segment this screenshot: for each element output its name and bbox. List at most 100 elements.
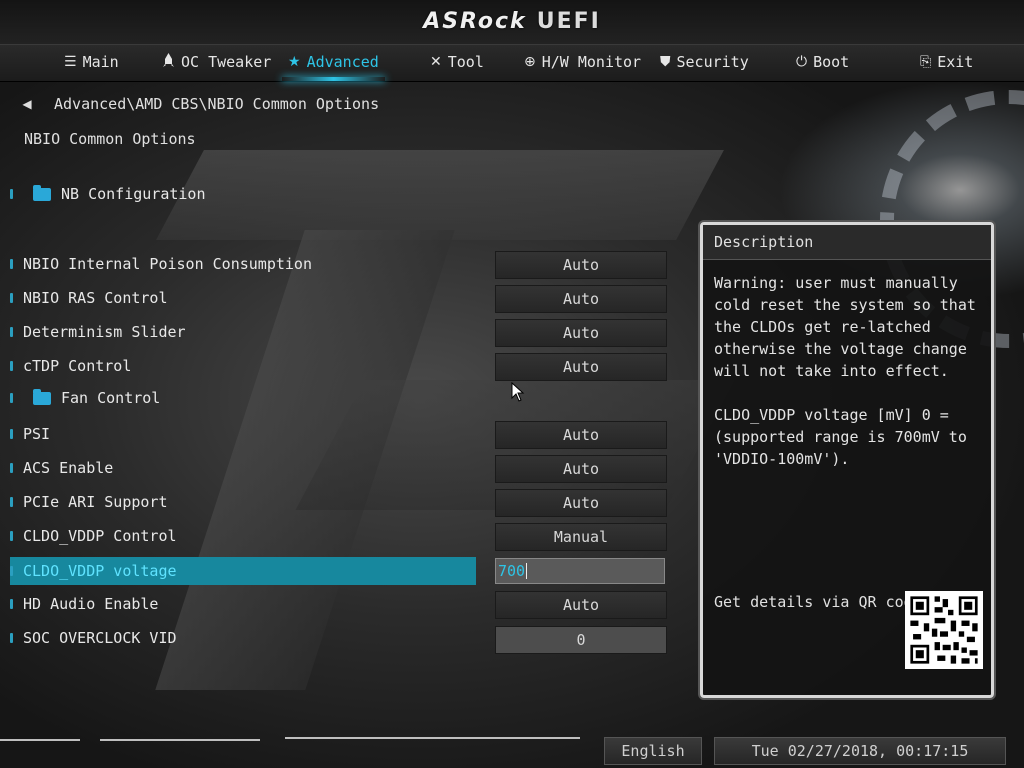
pcie-ari-support-value[interactable]: Auto	[495, 489, 667, 517]
setting-label: Determinism Slider	[23, 323, 186, 341]
ctdp-control-value[interactable]: Auto	[495, 353, 667, 381]
exit-icon: ⎘	[920, 54, 932, 70]
setting-label: NBIO Internal Poison Consumption	[23, 255, 312, 273]
row-marker	[10, 633, 13, 643]
power-icon: ⏻	[796, 54, 808, 70]
tab-label: H/W Monitor	[541, 53, 642, 71]
text-caret	[526, 563, 528, 579]
psi-value[interactable]: Auto	[495, 421, 667, 449]
folder-label: NB Configuration	[61, 185, 206, 203]
brand-name: ASRock	[423, 9, 527, 34]
cldo-vddp-voltage-input[interactable]: 700	[495, 558, 665, 584]
folder-icon	[33, 388, 51, 405]
row-marker	[10, 531, 13, 541]
background-slab	[155, 230, 455, 690]
row-marker	[10, 463, 13, 473]
folder-label: Fan Control	[61, 389, 161, 407]
nbio-internal-poison-consumption-value[interactable]: Auto	[495, 251, 667, 279]
setting-label: NBIO RAS Control	[23, 289, 168, 307]
back-arrow-icon[interactable]: ◀	[18, 94, 36, 114]
setting-label: CLDO_VDDP Control	[23, 527, 177, 545]
rocket-icon	[162, 52, 175, 72]
setting-pcie-ari-support[interactable]: PCIe ARI Support	[10, 488, 168, 516]
folder-fan-control[interactable]: Fan Control	[10, 384, 160, 412]
setting-nbio-internal-poison-consumption[interactable]: NBIO Internal Poison Consumption	[10, 250, 312, 278]
shield-icon: ⛊	[660, 54, 671, 70]
setting-label: PSI	[23, 425, 51, 443]
setting-psi[interactable]: PSI	[10, 420, 50, 448]
tab-tool[interactable]: ✕ Tool	[430, 45, 484, 79]
setting-label: CLDO_VDDP voltage	[23, 562, 177, 580]
setting-label: cTDP Control	[23, 357, 132, 375]
qr-label: Get details via QR code	[714, 593, 922, 611]
setting-nbio-ras-control[interactable]: NBIO RAS Control	[10, 284, 168, 312]
system-datetime: Tue 02/27/2018, 00:17:15	[714, 737, 1006, 765]
list-icon: ☰	[64, 54, 77, 70]
language-selector[interactable]: English	[604, 737, 702, 765]
breadcrumb-path: Advanced\AMD CBS\NBIO Common Options	[54, 95, 380, 113]
row-marker	[10, 429, 13, 439]
product-name: UEFI	[536, 9, 601, 34]
tab-security[interactable]: ⛊ Security	[660, 45, 749, 79]
setting-cldo-vddp-control[interactable]: CLDO_VDDP Control	[10, 522, 177, 550]
tab-label: Advanced	[306, 53, 379, 71]
determinism-slider-value[interactable]: Auto	[495, 319, 667, 347]
row-marker	[10, 599, 13, 609]
tab-main[interactable]: ☰ Main	[64, 45, 119, 79]
setting-label: SOC OVERCLOCK VID	[23, 629, 177, 647]
row-marker	[10, 497, 13, 507]
folder-nb-configuration[interactable]: NB Configuration	[10, 180, 206, 208]
setting-cldo-vddp-voltage[interactable]: CLDO_VDDP voltage	[10, 557, 476, 585]
tab-label: Main	[82, 53, 119, 71]
tab-label: Exit	[937, 53, 974, 71]
row-marker	[10, 327, 13, 337]
row-marker	[10, 189, 13, 199]
setting-soc-overclock-vid[interactable]: SOC OVERCLOCK VID	[10, 624, 177, 652]
tools-icon: ✕	[430, 54, 442, 70]
tab-hw-monitor[interactable]: ⊕ H/W Monitor	[524, 45, 641, 79]
asrock-logo: ASRock UEFI	[0, 9, 1024, 34]
tab-exit[interactable]: ⎘ Exit	[920, 45, 973, 79]
setting-hd-audio-enable[interactable]: HD Audio Enable	[10, 590, 158, 618]
tab-label: OC Tweaker	[181, 53, 272, 71]
row-marker	[10, 259, 13, 269]
row-marker	[10, 566, 13, 576]
qr-code-icon[interactable]	[905, 591, 983, 669]
input-value: 700	[498, 562, 526, 580]
soc-overclock-vid-value[interactable]: 0	[495, 626, 667, 654]
tab-boot[interactable]: ⏻ Boot	[796, 45, 849, 79]
background-slab	[156, 150, 724, 240]
row-marker	[10, 393, 13, 403]
star-icon: ★	[288, 54, 301, 70]
mouse-cursor-icon	[511, 382, 525, 402]
nbio-ras-control-value[interactable]: Auto	[495, 285, 667, 313]
header-bar: ASRock UEFI	[0, 0, 1024, 44]
hd-audio-enable-value[interactable]: Auto	[495, 591, 667, 619]
description-panel: Description Warning: user must manually …	[700, 222, 994, 698]
description-detail: CLDO_VDDP voltage [mV] 0 = (supported ra…	[714, 406, 976, 468]
tab-oc-tweaker[interactable]: OC Tweaker	[162, 45, 271, 79]
setting-acs-enable[interactable]: ACS Enable	[10, 454, 113, 482]
row-marker	[10, 361, 13, 371]
uefi-screen: ASRock UEFI ☰ Main OC Tweaker ★ Advanced …	[0, 0, 1024, 768]
description-title: Description	[703, 225, 991, 260]
description-warning: Warning: user must manually cold reset t…	[714, 274, 985, 380]
acs-enable-value[interactable]: Auto	[495, 455, 667, 483]
cldo-vddp-control-value[interactable]: Manual	[495, 523, 667, 551]
footer-decoration	[0, 737, 580, 741]
tab-label: Security	[676, 53, 749, 71]
setting-ctdp-control[interactable]: cTDP Control	[10, 352, 131, 380]
folder-icon	[33, 184, 51, 201]
row-marker	[10, 293, 13, 303]
main-tabs: ☰ Main OC Tweaker ★ Advanced ✕ Tool ⊕ H/…	[0, 44, 1024, 82]
page-title: NBIO Common Options	[24, 130, 196, 148]
setting-determinism-slider[interactable]: Determinism Slider	[10, 318, 186, 346]
monitor-icon: ⊕	[524, 54, 536, 70]
tab-label: Tool	[447, 53, 484, 71]
tab-advanced[interactable]: ★ Advanced	[282, 45, 385, 81]
setting-label: ACS Enable	[23, 459, 114, 477]
setting-label: PCIe ARI Support	[23, 493, 168, 511]
tab-label: Boot	[813, 53, 850, 71]
setting-label: HD Audio Enable	[23, 595, 159, 613]
breadcrumb: ◀ Advanced\AMD CBS\NBIO Common Options	[18, 94, 379, 114]
